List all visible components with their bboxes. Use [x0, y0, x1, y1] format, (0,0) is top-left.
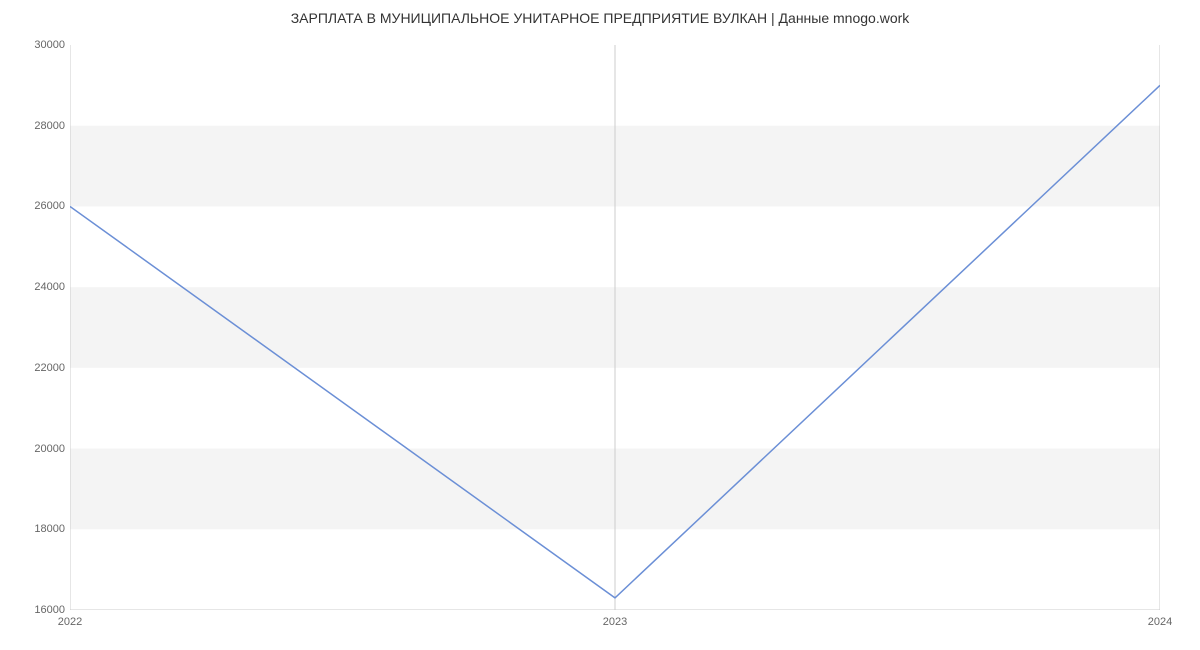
y-tick-label: 20000: [25, 443, 65, 455]
x-tick-label: 2023: [603, 616, 627, 628]
y-tick-label: 30000: [25, 39, 65, 51]
chart-svg: [70, 45, 1160, 610]
y-tick-label: 22000: [25, 362, 65, 374]
chart-container: ЗАРПЛАТА В МУНИЦИПАЛЬНОЕ УНИТАРНОЕ ПРЕДП…: [0, 0, 1200, 650]
y-tick-label: 18000: [25, 523, 65, 535]
y-tick-label: 26000: [25, 200, 65, 212]
x-tick-label: 2024: [1148, 616, 1172, 628]
plot-area: 1600018000200002200024000260002800030000…: [70, 45, 1160, 610]
chart-title: ЗАРПЛАТА В МУНИЦИПАЛЬНОЕ УНИТАРНОЕ ПРЕДП…: [0, 10, 1200, 26]
y-tick-label: 16000: [25, 604, 65, 616]
x-tick-label: 2022: [58, 616, 82, 628]
y-tick-label: 24000: [25, 281, 65, 293]
y-tick-label: 28000: [25, 120, 65, 132]
